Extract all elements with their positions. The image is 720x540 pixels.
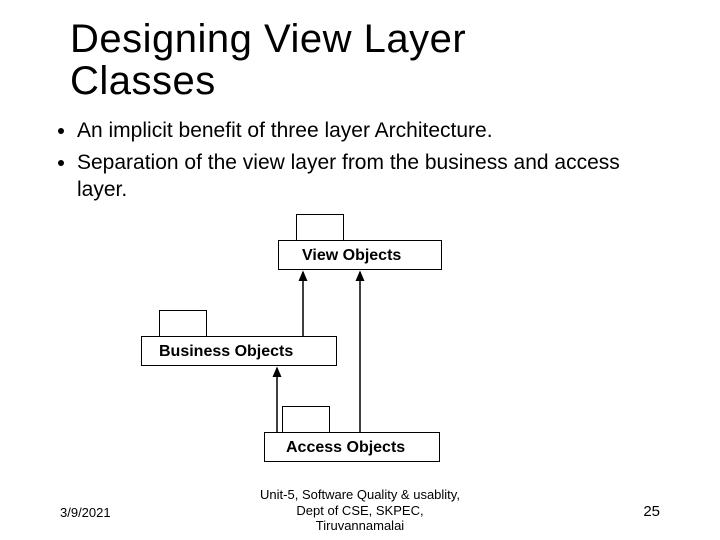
title-line-1: Designing View Layer: [70, 17, 466, 61]
bullet-item-2: Separation of the view layer from the bu…: [77, 150, 655, 203]
footer-center-l3: Tiruvannamalai: [316, 518, 404, 533]
footer-center-l1: Unit-5, Software Quality & usablity,: [260, 487, 460, 502]
footer-page-number: 25: [643, 503, 660, 520]
layer-diagram: View Objects Business Objects Access Obj…: [0, 200, 720, 480]
bullet-item-1: An implicit benefit of three layer Archi…: [77, 118, 655, 144]
slide: Designing View Layer Classes An implicit…: [0, 0, 720, 540]
footer-center: Unit-5, Software Quality & usablity, Dep…: [0, 487, 720, 534]
arrows-svg: [0, 200, 720, 480]
footer-center-l2: Dept of CSE, SKPEC,: [296, 503, 423, 518]
slide-title: Designing View Layer Classes: [70, 18, 466, 102]
bullet-list: An implicit benefit of three layer Archi…: [55, 118, 655, 209]
title-line-2: Classes: [70, 59, 216, 103]
